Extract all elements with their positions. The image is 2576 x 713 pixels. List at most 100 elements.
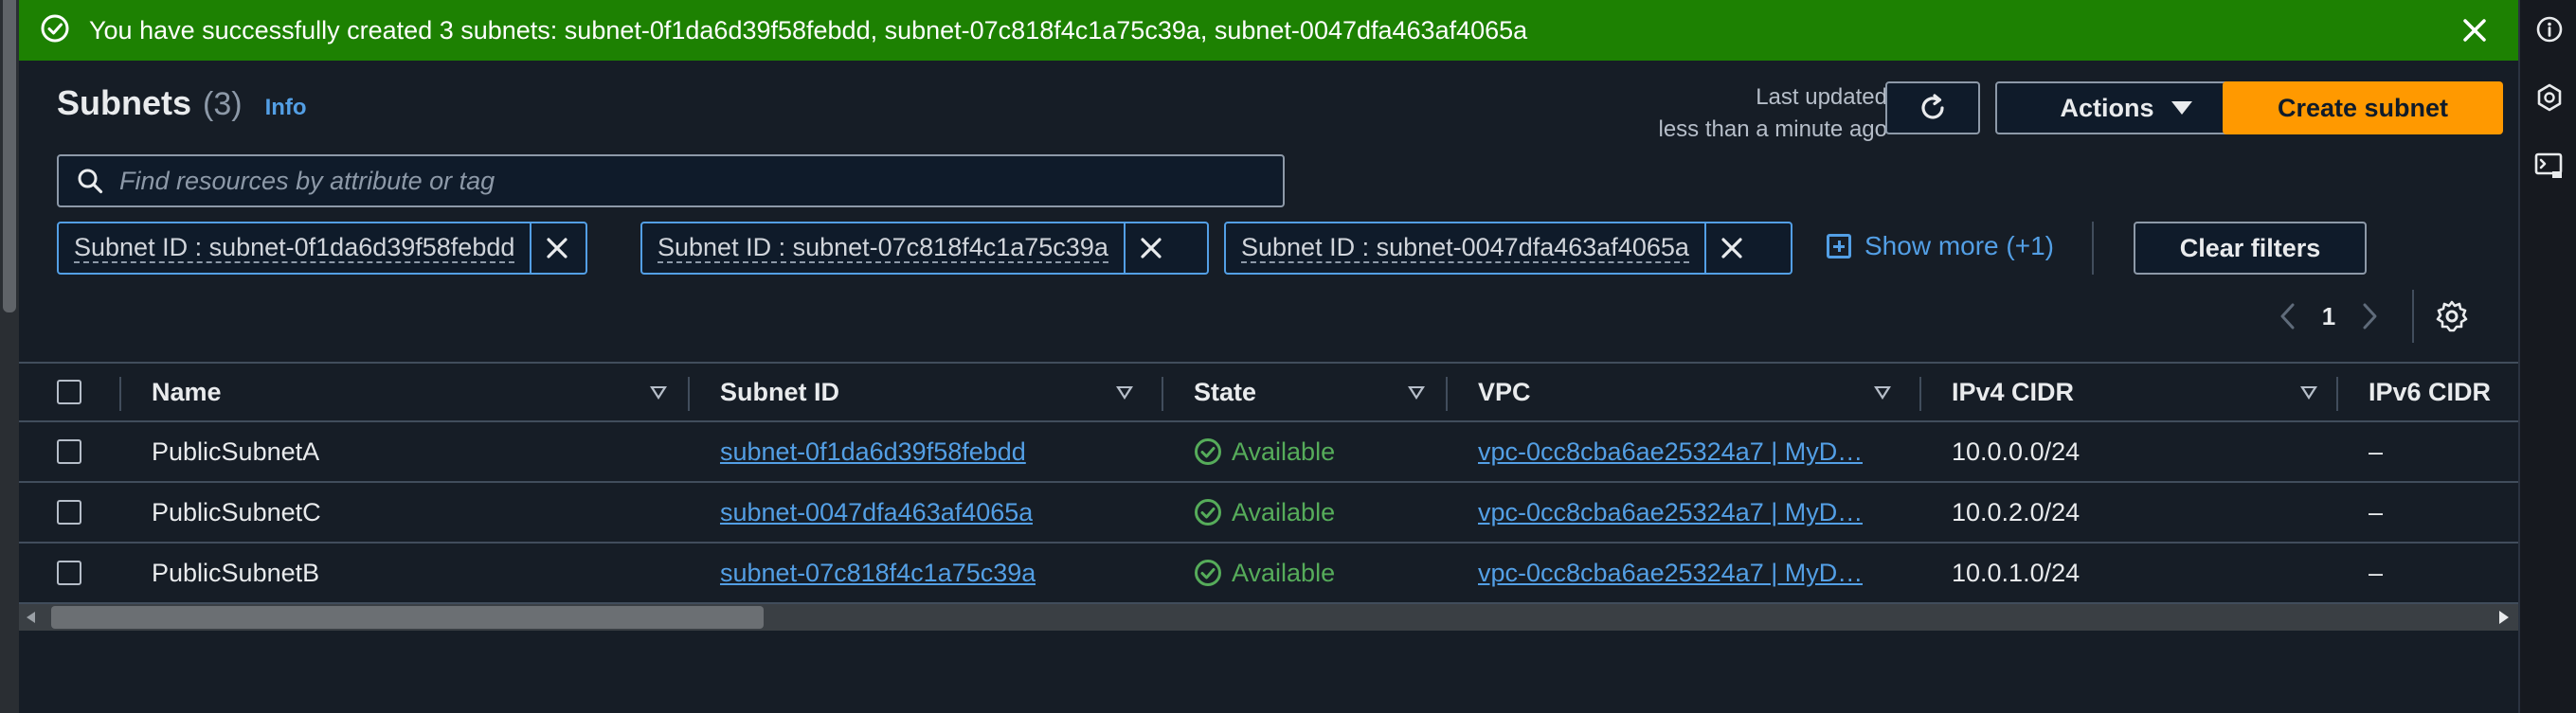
column-resizer[interactable] (2336, 377, 2338, 411)
sort-icon[interactable] (650, 386, 667, 400)
state-label: Available (1232, 437, 1336, 466)
vpc-link[interactable]: vpc-0cc8cba6ae25324a7 | MyD… (1478, 544, 1863, 602)
table-row[interactable]: PublicSubnetA subnet-0f1da6d39f58febdd A… (19, 422, 2518, 483)
column-resizer[interactable] (688, 377, 690, 411)
row-checkbox[interactable] (57, 561, 81, 585)
subnet-id-link[interactable]: subnet-0047dfa463af4065a (720, 483, 1033, 542)
plus-square-icon (1827, 234, 1851, 258)
show-more-label: Show more (+1) (1864, 231, 2054, 260)
row-select-cell (57, 422, 81, 481)
sort-icon[interactable] (1874, 386, 1891, 400)
right-utility-rail (2518, 0, 2576, 713)
cell-ipv6-cidr: – (2369, 497, 2384, 526)
column-header-ipv4-cidr[interactable]: IPv4 CIDR (1952, 364, 2074, 420)
column-resizer[interactable] (1446, 377, 1448, 411)
select-all-checkbox[interactable] (57, 380, 81, 404)
subnets-table: Name Subnet ID State VPC IPv4 CIDR IPv6 … (19, 362, 2518, 604)
check-circle-icon (1195, 438, 1221, 465)
create-subnet-label: Create subnet (2277, 93, 2449, 122)
row-select-cell (57, 544, 81, 602)
hexagon-icon (2537, 83, 2562, 112)
column-header-vpc[interactable]: VPC (1478, 364, 1531, 420)
scroll-left-arrow-icon[interactable] (27, 612, 35, 623)
table-row[interactable]: PublicSubnetC subnet-0047dfa463af4065a A… (19, 483, 2518, 544)
create-subnet-button[interactable]: Create subnet (2223, 81, 2503, 134)
filter-token: Subnet ID : subnet-07c818f4c1a75c39a (640, 222, 1209, 275)
scroll-right-arrow-icon[interactable] (2499, 611, 2509, 624)
sort-icon[interactable] (2300, 386, 2317, 400)
cell-state: Available (1194, 544, 1335, 602)
info-link[interactable]: Info (265, 95, 307, 121)
success-flash-banner: You have successfully created 3 subnets:… (19, 0, 2518, 61)
column-header-ipv6-cidr[interactable]: IPv6 CIDR (2369, 364, 2491, 420)
vpc-link[interactable]: vpc-0cc8cba6ae25324a7 | MyD… (1478, 483, 1863, 542)
remove-filter-button[interactable] (1123, 223, 1177, 273)
info-panel-button[interactable] (2533, 13, 2566, 45)
sort-icon[interactable] (1408, 386, 1425, 400)
subnet-id-link[interactable]: subnet-0f1da6d39f58febdd (720, 422, 1026, 481)
divider (2412, 290, 2414, 343)
clear-filters-button[interactable]: Clear filters (2134, 222, 2367, 275)
pagination: 1 (2264, 290, 2473, 343)
cell-state: Available (1194, 422, 1335, 481)
cell-ipv4-cidr: 10.0.0.0/24 (1952, 437, 2081, 466)
filter-token-label[interactable]: Subnet ID : subnet-0047dfa463af4065a (1226, 223, 1704, 273)
cloudshell-button[interactable] (2533, 150, 2566, 182)
vertical-scroll-thumb[interactable] (3, 0, 16, 312)
previous-page-button[interactable] (2264, 293, 2312, 340)
close-icon (1141, 238, 1162, 258)
filter-token-label[interactable]: Subnet ID : subnet-07c818f4c1a75c39a (642, 223, 1124, 273)
column-resizer[interactable] (1162, 377, 1163, 411)
cell-name: PublicSubnetA (152, 437, 320, 466)
subnet-count: (3) (203, 86, 243, 122)
refresh-button[interactable] (1885, 81, 1980, 134)
column-resizer[interactable] (119, 377, 121, 411)
horizontal-scroll-thumb[interactable] (51, 606, 764, 629)
cell-ipv6-cidr: – (2369, 558, 2384, 587)
column-resizer[interactable] (1919, 377, 1921, 411)
dismiss-flash-button[interactable] (2458, 13, 2492, 47)
search-icon (78, 169, 103, 194)
vpc-link[interactable]: vpc-0cc8cba6ae25324a7 | MyD… (1478, 422, 1863, 481)
column-header-subnet-id[interactable]: Subnet ID (720, 364, 839, 420)
search-input[interactable] (119, 166, 1256, 196)
show-more-filters-link[interactable]: Show more (+1) (1827, 231, 2054, 261)
table-header-row: Name Subnet ID State VPC IPv4 CIDR IPv6 … (19, 362, 2518, 422)
actions-label: Actions (2060, 93, 2154, 122)
filter-token-label[interactable]: Subnet ID : subnet-0f1da6d39f58febdd (59, 223, 530, 273)
cell-ipv4-cidr: 10.0.1.0/24 (1952, 558, 2081, 587)
current-page-number[interactable]: 1 (2312, 302, 2346, 331)
chevron-right-icon (2363, 303, 2377, 330)
caret-down-icon (2171, 101, 2192, 115)
sort-icon[interactable] (1116, 386, 1133, 400)
actions-dropdown-button[interactable]: Actions (1995, 81, 2257, 134)
row-checkbox[interactable] (57, 439, 81, 464)
resource-panel-button[interactable] (2533, 81, 2566, 114)
column-header-state[interactable]: State (1194, 364, 1256, 420)
check-circle-icon (1195, 560, 1221, 586)
clear-filters-label: Clear filters (2179, 233, 2321, 262)
divider (2092, 222, 2094, 275)
column-header-name[interactable]: Name (152, 364, 222, 420)
row-checkbox[interactable] (57, 500, 81, 525)
table-preferences-button[interactable] (2431, 295, 2473, 337)
flash-message: You have successfully created 3 subnets:… (89, 15, 1528, 45)
horizontal-scrollbar[interactable] (19, 604, 2518, 631)
filter-token: Subnet ID : subnet-0f1da6d39f58febdd (57, 222, 587, 275)
page-header: Subnets (3) Info (57, 83, 307, 123)
remove-filter-button[interactable] (530, 223, 583, 273)
state-label: Available (1232, 497, 1336, 526)
refresh-icon (1921, 94, 1944, 119)
remove-filter-button[interactable] (1703, 223, 1757, 273)
close-icon (1721, 238, 1742, 258)
close-icon (2463, 19, 2486, 42)
subnet-id-link[interactable]: subnet-07c818f4c1a75c39a (720, 544, 1036, 602)
cell-name: PublicSubnetC (152, 497, 321, 526)
last-updated-text: Last updated less than a minute ago (1440, 81, 1888, 146)
next-page-button[interactable] (2346, 293, 2393, 340)
cloudshell-icon (2534, 152, 2563, 178)
select-all-cell (57, 364, 81, 420)
filter-token: Subnet ID : subnet-0047dfa463af4065a (1224, 222, 1792, 275)
table-row[interactable]: PublicSubnetB subnet-07c818f4c1a75c39a A… (19, 544, 2518, 604)
last-updated-value: less than a minute ago (1658, 116, 1888, 142)
